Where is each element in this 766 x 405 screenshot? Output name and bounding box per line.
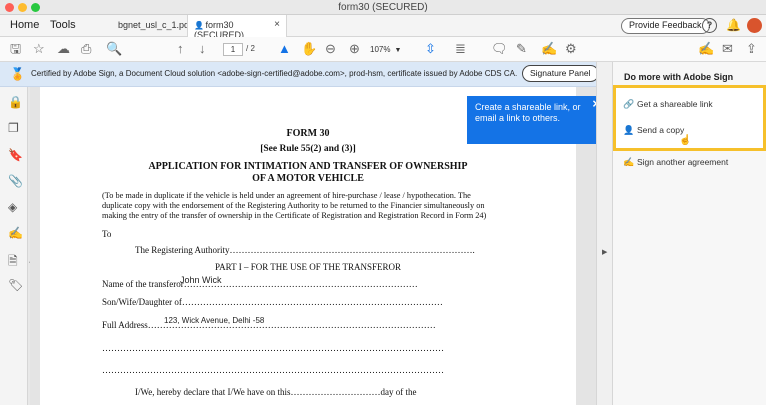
- mail-icon[interactable]: ✉: [722, 42, 733, 56]
- share-icon[interactable]: ⚙: [565, 42, 577, 56]
- certificate-ribbon-icon: 🏅: [10, 67, 25, 81]
- share-tooltip: Create a shareable link, or email a link…: [467, 96, 613, 144]
- provide-feedback-button[interactable]: Provide Feedback: [621, 18, 710, 34]
- item-label: Get a shareable link: [637, 99, 713, 109]
- tab-form30[interactable]: 👤 form30 (SECURED) ×: [187, 15, 287, 40]
- left-rail: 🔒 ❐ 🔖 📎 ◈ ✍ 🗎 🏷: [0, 87, 28, 405]
- certification-bar: 🏅 Certified by Adobe Sign, a Document Cl…: [0, 62, 606, 87]
- attachment-icon[interactable]: 📎: [8, 174, 23, 188]
- send-copy-icon: 👤: [623, 125, 635, 135]
- page-up-icon[interactable]: ↑: [177, 42, 184, 56]
- page-number-input[interactable]: 1: [223, 43, 243, 56]
- tab-label: bgnet_usl_c_1.pdf: [118, 20, 192, 30]
- cloud-upload-icon[interactable]: ☁: [57, 42, 70, 56]
- toolbar: 🖫 ☆ ☁ ⎙ 🔍 ↑ ↓ 1 / 2 ▲ ✋ ⊖ ⊕ 107% ▼ ⇳ ≣ 🗨 …: [0, 37, 766, 62]
- form-heading-1: APPLICATION FOR INTIMATION AND TRANSFER …: [148, 161, 468, 172]
- pages-icon[interactable]: ❐: [8, 121, 19, 135]
- certification-text: Certified by Adobe Sign, a Document Clou…: [31, 69, 518, 78]
- bell-icon[interactable]: 🔔: [726, 18, 741, 32]
- zoom-select[interactable]: 107% ▼: [370, 43, 412, 56]
- item-label: Send a copy: [637, 125, 685, 135]
- form-rule: [See Rule 55(2) and (3)]: [260, 144, 356, 154]
- note-line-1: (To be made in duplicate if the vehicle …: [102, 191, 471, 200]
- note-line-3: making the entry of the transfer of owne…: [102, 211, 487, 220]
- share-link-icon[interactable]: ⇪: [746, 42, 757, 56]
- menu-home[interactable]: Home: [10, 19, 39, 31]
- right-panel-title: Do more with Adobe Sign: [624, 72, 734, 82]
- address-line-2: ……………………………………………………………………………………………………: [102, 343, 444, 353]
- zoom-in-icon[interactable]: ⊕: [349, 42, 360, 56]
- relation-label: Son/Wife/Daughter of………………………………………………………: [102, 297, 443, 307]
- chevron-down-icon: ▼: [394, 47, 402, 54]
- get-shareable-link-item[interactable]: 🔗 Get a shareable link: [623, 99, 713, 110]
- zoom-out-icon[interactable]: ⊖: [325, 42, 336, 56]
- zoom-value: 107%: [370, 45, 391, 54]
- note-line-2: duplicate copy with the endorsement of t…: [102, 201, 485, 210]
- part-heading: PART I – FOR THE USE OF THE TRANSFEROR: [214, 262, 401, 272]
- tab-bgnet[interactable]: bgnet_usl_c_1.pdf: [118, 15, 198, 37]
- layers-icon[interactable]: ◈: [8, 200, 17, 214]
- close-tab-button[interactable]: ×: [274, 19, 280, 30]
- share-tooltip-text: Create a shareable link, or email a link…: [475, 102, 581, 123]
- page-down-icon[interactable]: ↓: [199, 42, 206, 56]
- zoom-search-icon[interactable]: 🔍: [106, 42, 122, 56]
- address-line-3: ……………………………………………………………………………………………………: [102, 365, 444, 375]
- title-bar: form30 (SECURED): [0, 0, 766, 15]
- select-arrow-icon[interactable]: ▲: [278, 42, 291, 56]
- form-heading-2: OF A MOTOR VEHICLE: [252, 173, 364, 184]
- menu-tools[interactable]: Tools: [50, 19, 76, 31]
- page-total: / 2: [246, 44, 255, 53]
- sign-another-agreement-item[interactable]: ✍ Sign another agreement: [623, 157, 728, 168]
- tab-bar: Home Tools bgnet_usl_c_1.pdf 👤 form30 (S…: [0, 15, 766, 40]
- scroll-mode-icon[interactable]: ≣: [455, 42, 466, 56]
- cursor-icon: ☝: [679, 135, 692, 146]
- tag-icon[interactable]: 🏷: [8, 278, 23, 292]
- print-icon[interactable]: ⎙: [81, 42, 91, 56]
- link-icon: 🔗: [623, 99, 635, 109]
- sign-agreement-icon: ✍: [623, 157, 635, 167]
- transferor-name-field[interactable]: John Wick: [180, 275, 222, 285]
- authority-line: The Registering Authority…………………………………………: [135, 245, 475, 255]
- sign-icon[interactable]: ✍: [698, 42, 714, 56]
- fill-sign-icon[interactable]: ✍: [541, 42, 557, 56]
- bookmark-icon[interactable]: 🔖: [8, 148, 23, 162]
- expand-right-icon: ▶: [602, 249, 608, 256]
- address-field[interactable]: 123, Wick Avenue, Delhi -58: [164, 316, 264, 325]
- save-icon[interactable]: 🖫: [10, 42, 21, 56]
- address-label: Full Address……………………………………………………………………………: [102, 320, 436, 330]
- declaration-line: I/We, hereby declare that I/We have on t…: [135, 387, 417, 397]
- signature-panel-button[interactable]: Signature Panel: [522, 65, 599, 82]
- send-copy-item[interactable]: 👤 Send a copy: [623, 125, 684, 136]
- hand-icon[interactable]: ✋: [301, 42, 317, 56]
- signature-icon[interactable]: ✍: [8, 226, 23, 240]
- window-title: form30 (SECURED): [338, 2, 428, 13]
- item-label: Sign another agreement: [637, 157, 729, 167]
- comment-icon[interactable]: 🗨: [491, 42, 508, 56]
- right-panel-toggle[interactable]: ▶: [596, 62, 613, 405]
- star-icon[interactable]: ☆: [33, 42, 45, 56]
- pen-icon[interactable]: ✎: [516, 42, 527, 56]
- transferor-name-label: Name of the transferor…………………………………………………: [102, 279, 418, 289]
- right-panel: Do more with Adobe Sign 🔗 Get a shareable…: [613, 62, 766, 405]
- help-icon[interactable]: ?: [702, 18, 717, 33]
- document-icon[interactable]: 🗎: [8, 252, 18, 273]
- user-icon: 👤: [194, 21, 204, 30]
- to-label: To: [102, 229, 112, 239]
- avatar[interactable]: [747, 18, 762, 33]
- fit-page-icon[interactable]: ⇳: [425, 42, 436, 56]
- lock-icon[interactable]: 🔒: [8, 95, 23, 109]
